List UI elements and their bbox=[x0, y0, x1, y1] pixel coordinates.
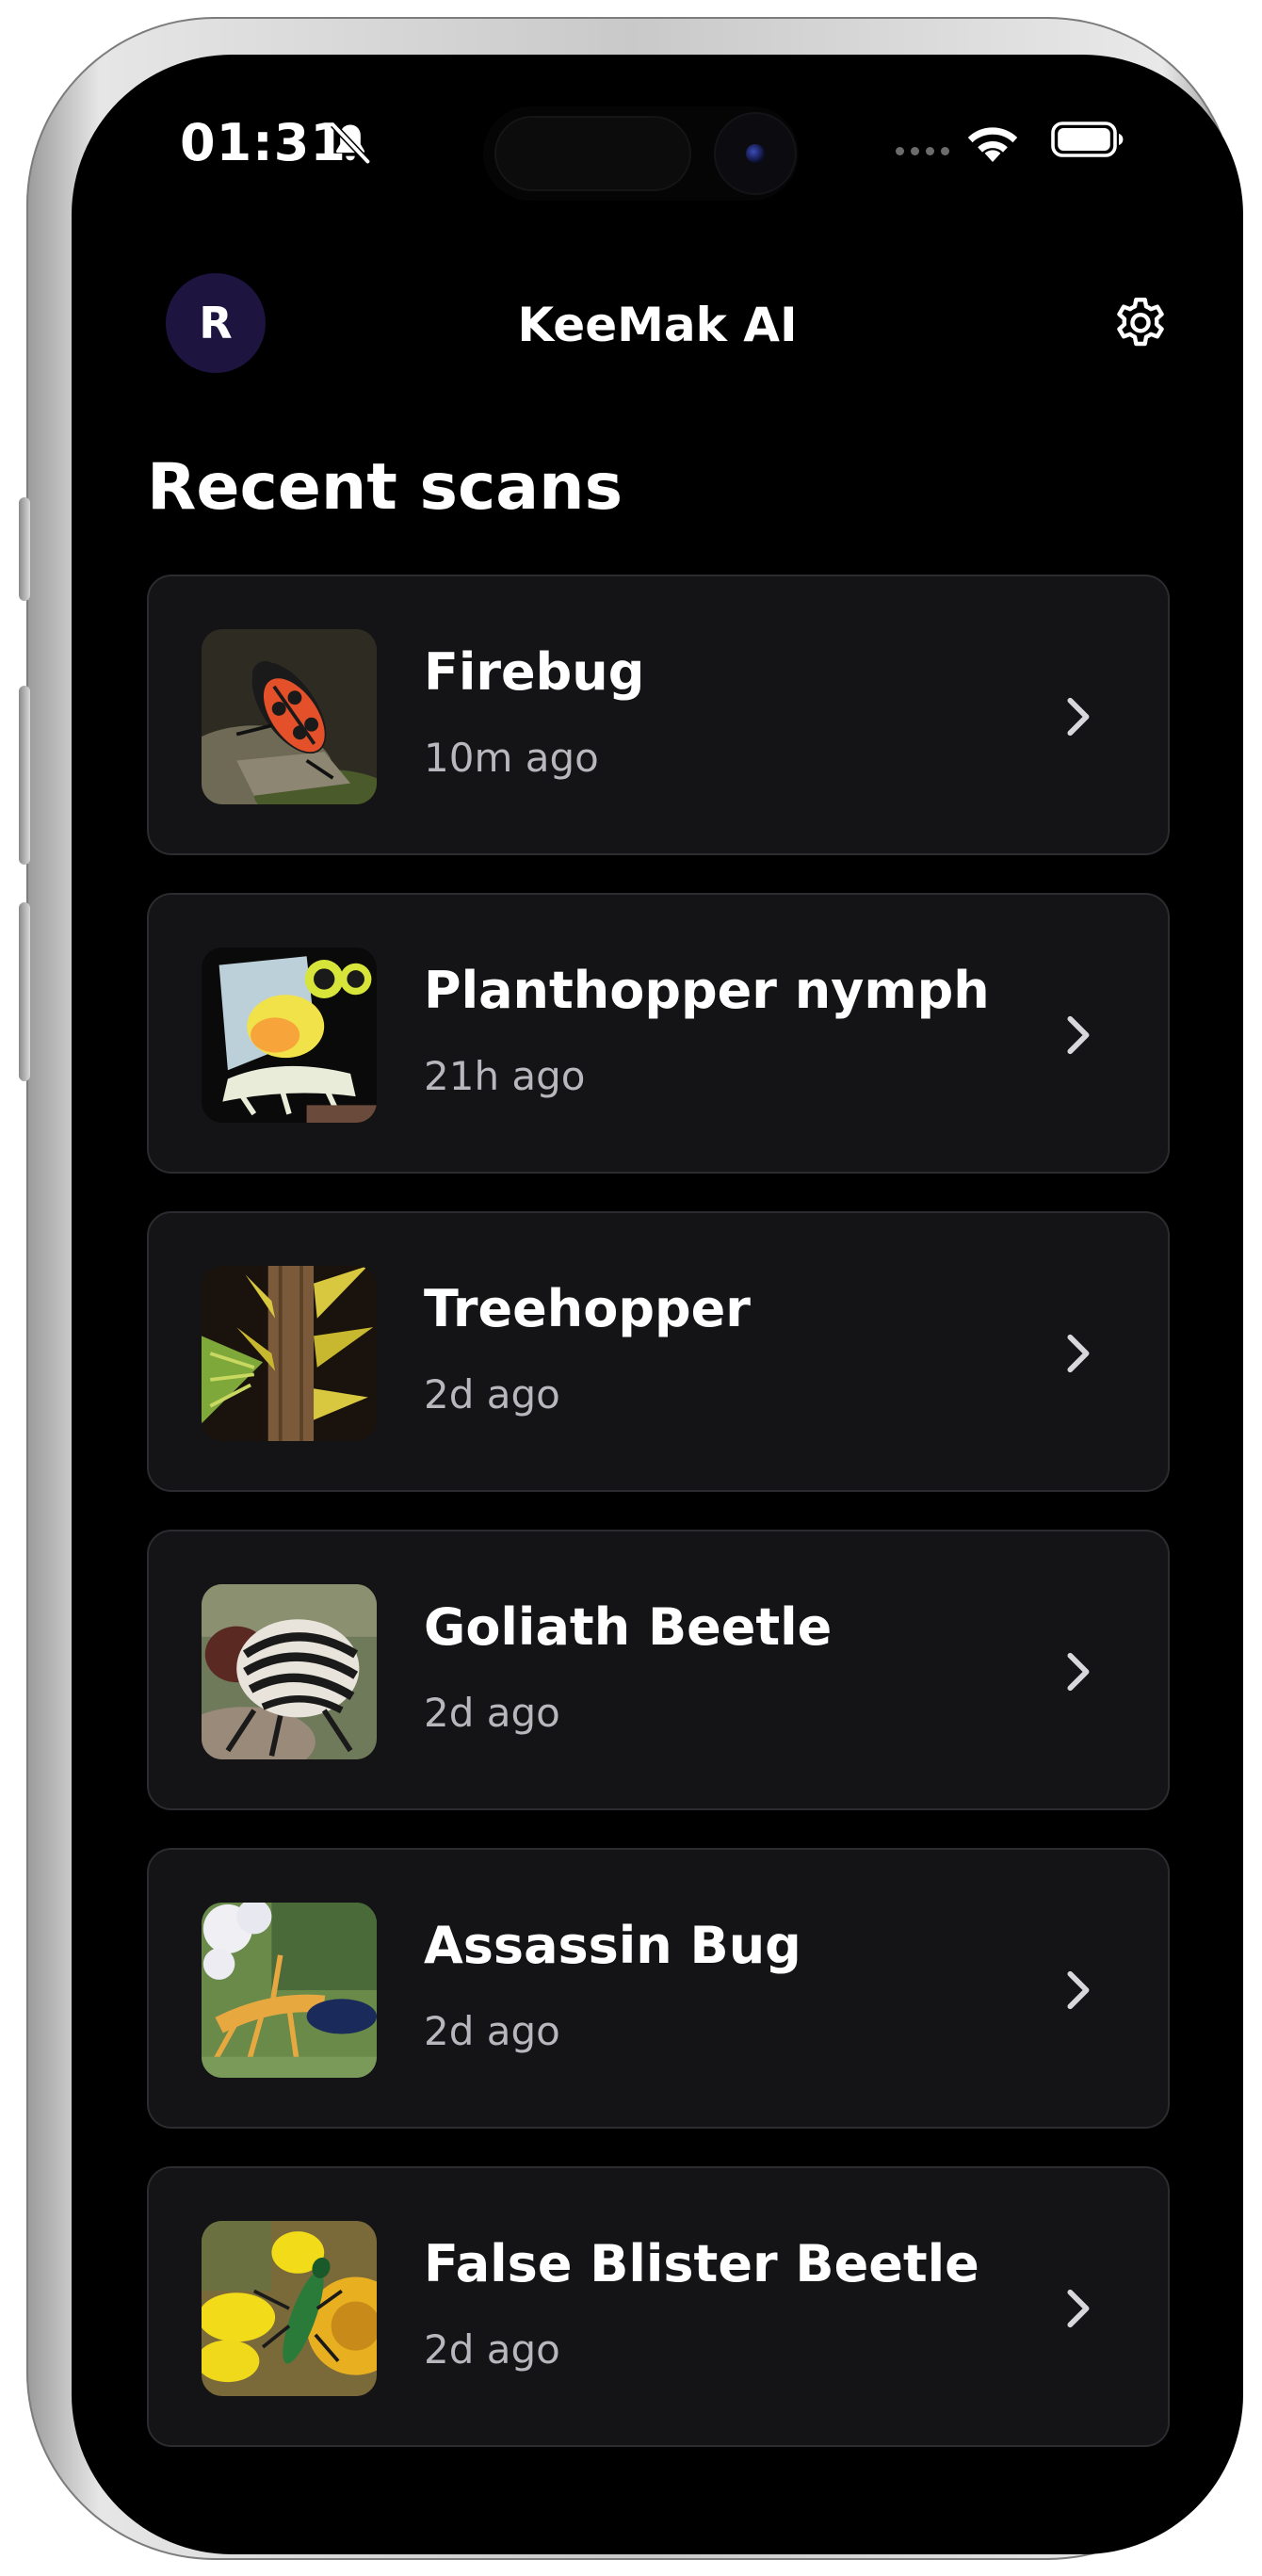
scan-thumbnail bbox=[202, 1903, 377, 2078]
recent-scans-list: Firebug 10m ago Planthopper nymph 21h ag… bbox=[147, 575, 1173, 2485]
scan-card[interactable]: Treehopper 2d ago bbox=[147, 1211, 1170, 1492]
action-button bbox=[19, 497, 30, 601]
scan-card[interactable]: Planthopper nymph 21h ago bbox=[147, 893, 1170, 1174]
scan-time: 2d ago bbox=[424, 1371, 560, 1418]
scan-card[interactable]: Firebug 10m ago bbox=[147, 575, 1170, 855]
section-title: Recent scans bbox=[147, 450, 623, 525]
scan-thumbnail bbox=[202, 1266, 377, 1441]
chevron-right-icon bbox=[1067, 1015, 1090, 1055]
scan-name: False Blister Beetle bbox=[424, 2234, 979, 2293]
treehopper-image bbox=[202, 1266, 377, 1441]
scan-thumbnail bbox=[202, 629, 377, 804]
scan-card[interactable]: Goliath Beetle 2d ago bbox=[147, 1530, 1170, 1810]
false-blister-beetle-image bbox=[202, 2221, 377, 2396]
chevron-right-icon bbox=[1067, 1334, 1090, 1373]
status-bar: 01:31 bbox=[72, 55, 1243, 224]
scan-time: 21h ago bbox=[424, 1053, 586, 1099]
chevron-right-icon bbox=[1067, 1970, 1090, 2010]
goliath-beetle-image bbox=[202, 1584, 377, 1759]
scan-name: Goliath Beetle bbox=[424, 1597, 833, 1657]
firebug-image bbox=[202, 629, 377, 804]
scan-name: Planthopper nymph bbox=[424, 961, 990, 1020]
scan-name: Firebug bbox=[424, 642, 645, 702]
scan-time: 2d ago bbox=[424, 2326, 560, 2373]
phone-frame: 01:31 R KeeMak AI Recent scans Firebug 1… bbox=[19, 17, 1243, 2560]
scan-thumbnail bbox=[202, 1584, 377, 1759]
planthopper-image bbox=[202, 948, 377, 1123]
scan-name: Assassin Bug bbox=[424, 1916, 801, 1975]
app-header: R KeeMak AI bbox=[72, 271, 1243, 375]
front-camera bbox=[716, 114, 795, 193]
scan-card[interactable]: False Blister Beetle 2d ago bbox=[147, 2166, 1170, 2447]
app-title: KeeMak AI bbox=[517, 298, 798, 352]
bell-off-icon bbox=[331, 122, 370, 164]
scan-time: 2d ago bbox=[424, 1690, 560, 1736]
wifi-icon bbox=[967, 127, 1018, 162]
gear-icon[interactable] bbox=[1109, 292, 1172, 354]
island-sensor bbox=[496, 118, 689, 189]
scan-name: Treehopper bbox=[424, 1279, 751, 1338]
scan-time: 10m ago bbox=[424, 735, 599, 781]
scan-thumbnail bbox=[202, 948, 377, 1123]
chevron-right-icon bbox=[1067, 1652, 1090, 1692]
battery-icon bbox=[1051, 122, 1124, 157]
chevron-right-icon bbox=[1067, 697, 1090, 737]
scan-thumbnail bbox=[202, 2221, 377, 2396]
scan-card[interactable]: Assassin Bug 2d ago bbox=[147, 1848, 1170, 2129]
screen: 01:31 R KeeMak AI Recent scans Firebug 1… bbox=[72, 55, 1243, 2554]
dynamic-island bbox=[483, 106, 799, 201]
volume-down-button bbox=[19, 902, 30, 1081]
assassin-bug-image bbox=[202, 1903, 377, 2078]
cellular-signal-icon bbox=[896, 147, 949, 155]
scan-time: 2d ago bbox=[424, 2008, 560, 2054]
volume-up-button bbox=[19, 686, 30, 865]
chevron-right-icon bbox=[1067, 2289, 1090, 2328]
status-time: 01:31 bbox=[180, 113, 347, 172]
